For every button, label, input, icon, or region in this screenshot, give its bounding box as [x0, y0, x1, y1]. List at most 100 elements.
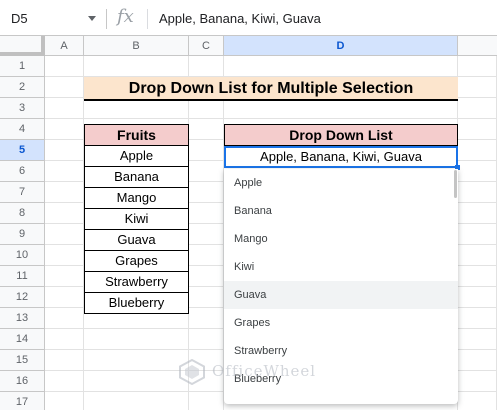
grid-cell[interactable]	[458, 329, 497, 350]
grid-cell[interactable]	[458, 224, 497, 245]
dropdown-option-hovered[interactable]: Guava	[224, 281, 458, 309]
grid-cell[interactable]	[45, 140, 84, 161]
fruit-cell[interactable]: Grapes	[84, 251, 189, 272]
chevron-down-icon[interactable]	[88, 16, 96, 21]
grid-cell[interactable]	[84, 350, 189, 371]
fruits-header[interactable]: Fruits	[84, 124, 189, 146]
fruit-cell[interactable]: Blueberry	[84, 293, 189, 314]
row-header[interactable]: 1	[0, 56, 45, 77]
grid-cell[interactable]	[45, 287, 84, 308]
grid-cell[interactable]	[458, 182, 497, 203]
dropdown-option[interactable]: Apple	[224, 169, 458, 197]
dropdown-list-header[interactable]: Drop Down List	[224, 124, 458, 146]
row-header[interactable]: 4	[0, 119, 45, 140]
grid-cell[interactable]	[84, 329, 189, 350]
row-header[interactable]: 11	[0, 266, 45, 287]
fruit-cell[interactable]: Kiwi	[84, 209, 189, 230]
grid-cell[interactable]	[189, 245, 224, 266]
grid-cell[interactable]	[45, 350, 84, 371]
column-header-a[interactable]: A	[45, 36, 84, 56]
grid-cell[interactable]	[189, 161, 224, 182]
row-header[interactable]: 8	[0, 203, 45, 224]
row-header[interactable]: 17	[0, 392, 45, 410]
grid-cell[interactable]	[189, 98, 224, 119]
grid-cell[interactable]	[45, 308, 84, 329]
column-header-e[interactable]	[458, 36, 497, 56]
column-header-b[interactable]: B	[84, 36, 189, 56]
grid-cell[interactable]	[45, 56, 84, 77]
dropdown-option[interactable]: Mango	[224, 225, 458, 253]
row-header[interactable]: 13	[0, 308, 45, 329]
name-box[interactable]: D5	[6, 9, 101, 29]
grid-cell[interactable]	[45, 392, 84, 410]
formula-input[interactable]: Apple, Banana, Kiwi, Guava	[159, 11, 321, 26]
row-header[interactable]: 9	[0, 224, 45, 245]
grid-cell[interactable]	[45, 182, 84, 203]
dropdown-option[interactable]: Strawberry	[224, 337, 458, 365]
grid-cell[interactable]	[189, 56, 224, 77]
grid-cell[interactable]	[45, 266, 84, 287]
row-header[interactable]: 5	[0, 140, 45, 161]
grid-cell[interactable]	[189, 329, 224, 350]
select-all-corner[interactable]	[0, 36, 45, 56]
grid-cell[interactable]	[84, 371, 189, 392]
dropdown-cell[interactable]: Apple, Banana, Kiwi, Guava	[224, 146, 458, 168]
fruit-cell[interactable]: Guava	[84, 230, 189, 251]
row-header[interactable]: 12	[0, 287, 45, 308]
grid-cell[interactable]	[458, 371, 497, 392]
grid-cell[interactable]	[84, 56, 189, 77]
dropdown-option[interactable]: Banana	[224, 197, 458, 225]
grid-cell[interactable]	[189, 224, 224, 245]
fruit-cell[interactable]: Strawberry	[84, 272, 189, 293]
grid-cell[interactable]	[84, 98, 189, 119]
grid-cell[interactable]	[45, 98, 84, 119]
grid-cell[interactable]	[458, 350, 497, 371]
grid-cell[interactable]	[458, 266, 497, 287]
row-header[interactable]: 10	[0, 245, 45, 266]
grid-cell[interactable]	[458, 392, 497, 410]
grid-cell[interactable]	[189, 266, 224, 287]
fruit-cell[interactable]: Mango	[84, 188, 189, 209]
grid-cell[interactable]	[458, 245, 497, 266]
grid-cell[interactable]	[458, 77, 497, 98]
row-header[interactable]: 16	[0, 371, 45, 392]
row-header[interactable]: 3	[0, 98, 45, 119]
grid-cell[interactable]	[458, 98, 497, 119]
column-header-c[interactable]: C	[189, 36, 224, 56]
column-header-d[interactable]: D	[224, 36, 458, 56]
grid-cell[interactable]	[224, 98, 458, 119]
row-header[interactable]: 6	[0, 161, 45, 182]
grid-cell[interactable]	[45, 224, 84, 245]
row-header[interactable]: 2	[0, 77, 45, 98]
grid-cell[interactable]	[189, 392, 224, 410]
grid-cell[interactable]	[189, 140, 224, 161]
grid-cell[interactable]	[458, 203, 497, 224]
grid-cell[interactable]	[458, 161, 497, 182]
row-header[interactable]: 7	[0, 182, 45, 203]
grid-cell[interactable]	[189, 287, 224, 308]
dropdown-scrollbar[interactable]	[454, 170, 457, 198]
grid-cell[interactable]	[45, 161, 84, 182]
row-header[interactable]: 14	[0, 329, 45, 350]
grid-cell[interactable]	[45, 77, 84, 98]
grid-cell[interactable]	[84, 392, 189, 410]
row-header[interactable]: 15	[0, 350, 45, 371]
grid-cell[interactable]	[45, 245, 84, 266]
grid-cell[interactable]	[189, 182, 224, 203]
grid-cell[interactable]	[45, 329, 84, 350]
grid-cell[interactable]	[458, 140, 497, 161]
grid-cell[interactable]	[189, 203, 224, 224]
grid-cell[interactable]	[224, 56, 458, 77]
dropdown-option[interactable]: Kiwi	[224, 253, 458, 281]
grid-cell[interactable]	[458, 119, 497, 140]
grid-cell[interactable]	[45, 203, 84, 224]
fruit-cell[interactable]: Apple	[84, 146, 189, 167]
grid-cell[interactable]	[45, 371, 84, 392]
grid-cell[interactable]	[458, 287, 497, 308]
grid-cell[interactable]	[458, 308, 497, 329]
fruit-cell[interactable]: Banana	[84, 167, 189, 188]
grid-cell[interactable]	[458, 56, 497, 77]
grid-cell[interactable]	[45, 119, 84, 140]
sheet-title[interactable]: Drop Down List for Multiple Selection	[84, 77, 458, 101]
grid-cell[interactable]	[189, 308, 224, 329]
